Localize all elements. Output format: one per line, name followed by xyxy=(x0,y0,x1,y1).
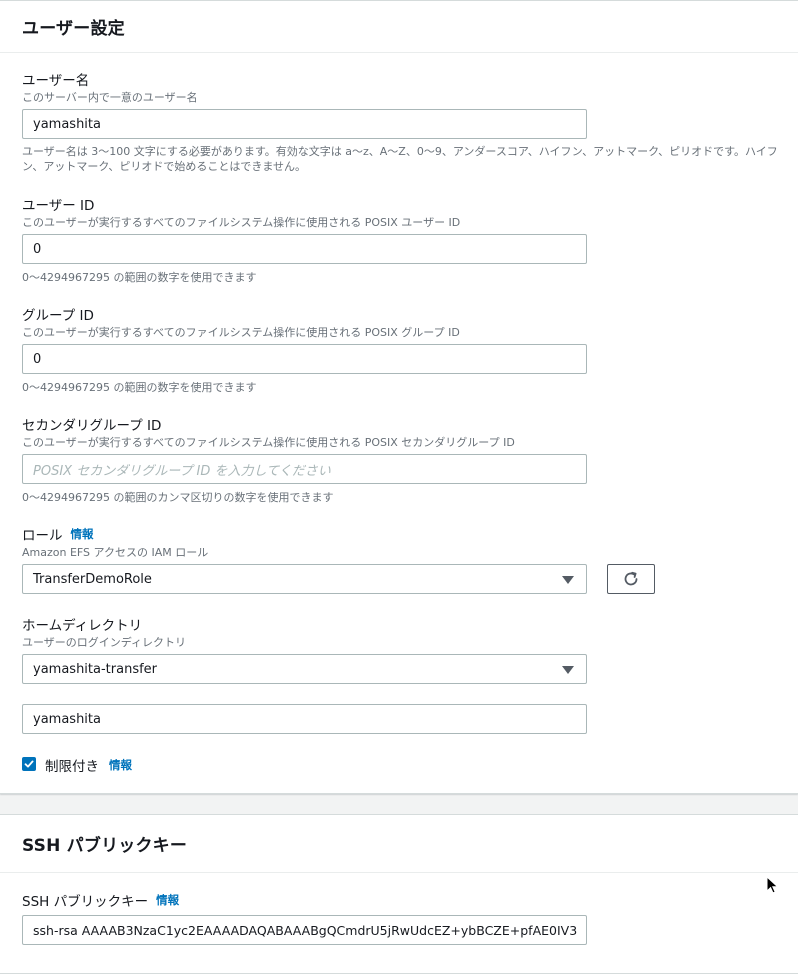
restricted-checkbox[interactable] xyxy=(22,757,36,771)
restricted-info-link[interactable]: 情報 xyxy=(109,757,132,773)
user-settings-header: ユーザー設定 xyxy=(0,1,798,53)
home-directory-path-input[interactable]: yamashita xyxy=(22,704,587,734)
ssh-key-label-row: SSH パブリックキー 情報 xyxy=(22,890,179,910)
user-id-constraint: 0〜4294967295 の範囲の数字を使用できます xyxy=(22,271,257,284)
group-id-input[interactable]: 0 xyxy=(22,344,587,374)
user-id-label: ユーザー ID xyxy=(22,198,95,214)
caret-down-icon xyxy=(562,576,574,584)
checkmark-icon xyxy=(24,760,34,768)
ssh-key-label: SSH パブリックキー xyxy=(22,894,149,910)
user-id-input[interactable]: 0 xyxy=(22,234,587,264)
ssh-key-title: SSH パブリックキー xyxy=(22,836,188,856)
username-label: ユーザー名 xyxy=(22,73,90,89)
ssh-key-info-link[interactable]: 情報 xyxy=(156,892,179,908)
mouse-cursor-icon xyxy=(766,876,779,894)
role-selected-value: TransferDemoRole xyxy=(33,571,152,587)
username-description: このサーバー内で一意のユーザー名 xyxy=(22,91,198,104)
secondary-group-id-input[interactable]: POSIX セカンダリグループ ID を入力してください xyxy=(22,454,587,484)
secondary-group-id-constraint: 0〜4294967295 の範囲のカンマ区切りの数字を使用できます xyxy=(22,491,334,504)
user-id-description: このユーザーが実行するすべてのファイルシステム操作に使用される POSIX ユー… xyxy=(22,216,461,229)
role-info-link[interactable]: 情報 xyxy=(71,526,94,542)
home-directory-select[interactable]: yamashita-transfer xyxy=(22,654,587,684)
secondary-group-id-description: このユーザーが実行するすべてのファイルシステム操作に使用される POSIX セカ… xyxy=(22,436,515,449)
role-label-row: ロール 情報 xyxy=(22,524,94,544)
ssh-key-panel: SSH パブリックキー SSH パブリックキー 情報 ssh-rsa AAAAB… xyxy=(0,814,798,974)
role-description: Amazon EFS アクセスの IAM ロール xyxy=(22,546,209,559)
secondary-group-id-label: セカンダリグループ ID xyxy=(22,418,162,434)
home-directory-description: ユーザーのログインディレクトリ xyxy=(22,636,187,649)
group-id-constraint: 0〜4294967295 の範囲の数字を使用できます xyxy=(22,381,257,394)
refresh-icon xyxy=(624,571,638,586)
group-id-description: このユーザーが実行するすべてのファイルシステム操作に使用される POSIX グル… xyxy=(22,326,460,339)
username-constraint: ユーザー名は 3〜100 文字にする必要があります。有効な文字は a〜z、A〜Z… xyxy=(22,145,778,173)
home-directory-selected-value: yamashita-transfer xyxy=(33,661,158,677)
ssh-key-header: SSH パブリックキー xyxy=(0,815,798,873)
restricted-label-row: 制限付き 情報 xyxy=(45,755,132,775)
user-settings-title: ユーザー設定 xyxy=(22,19,125,39)
username-input[interactable]: yamashita xyxy=(22,109,587,139)
home-directory-label: ホームディレクトリ xyxy=(22,618,143,634)
role-label: ロール xyxy=(22,528,63,544)
ssh-key-input[interactable]: ssh-rsa AAAAB3NzaC1yc2EAAAADAQABAAABgQCm… xyxy=(22,915,587,945)
role-select[interactable]: TransferDemoRole xyxy=(22,564,587,594)
user-settings-panel: ユーザー設定 ユーザー名 このサーバー内で一意のユーザー名 yamashita … xyxy=(0,0,798,794)
group-id-label: グループ ID xyxy=(22,308,94,324)
refresh-roles-button[interactable] xyxy=(607,564,655,594)
restricted-label: 制限付き xyxy=(45,759,99,775)
caret-down-icon xyxy=(562,666,574,674)
